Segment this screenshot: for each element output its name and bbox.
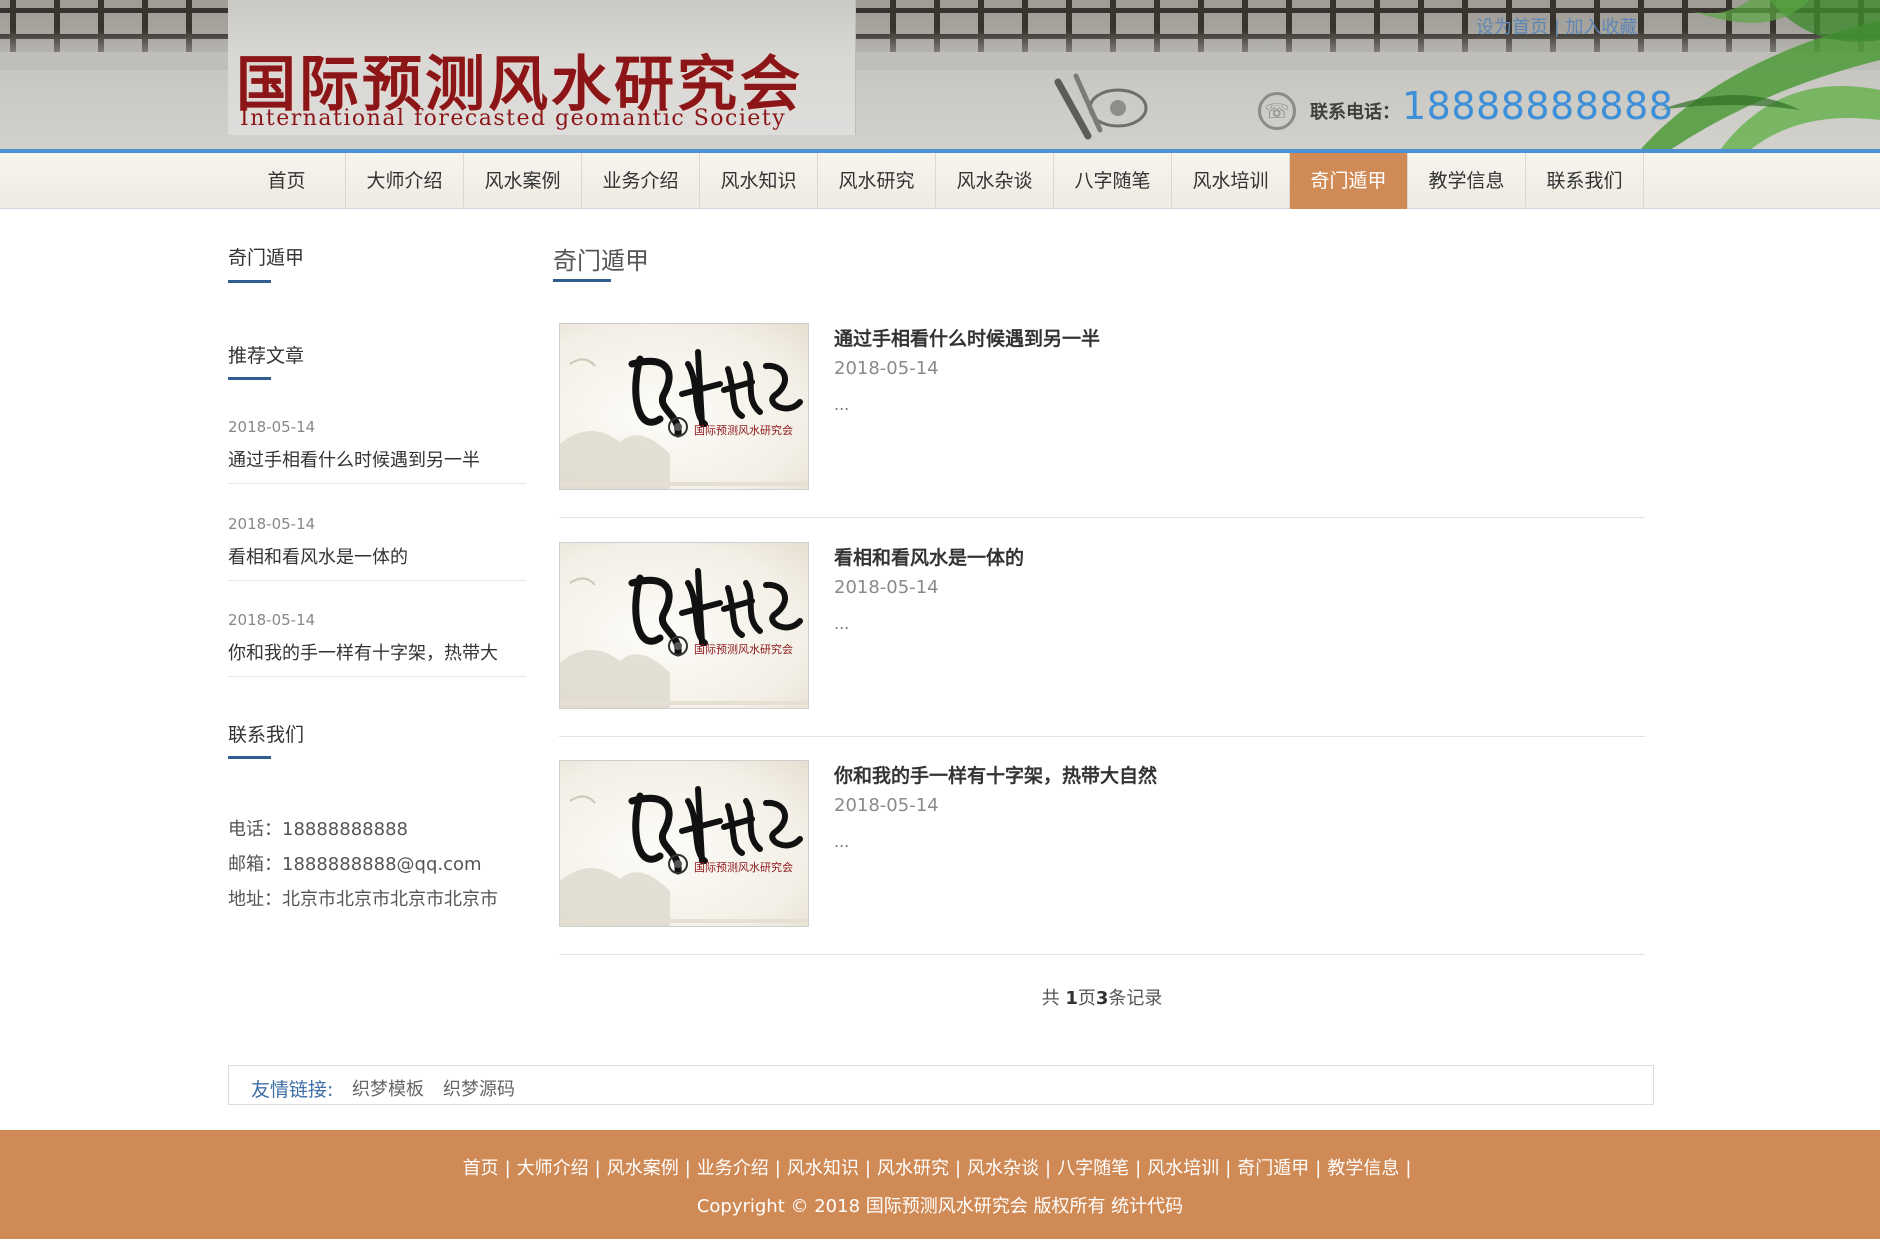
article-thumbnail[interactable]: 国际预测风水研究会 — [559, 323, 809, 490]
friend-link[interactable]: 织梦源码 — [443, 1075, 515, 1101]
footer-nav-separator: | — [864, 1158, 871, 1179]
friend-links-label: 友情链接: — [251, 1079, 334, 1101]
nav-item[interactable]: 风水杂谈 — [936, 153, 1054, 209]
article-thumbnail[interactable]: 国际预测风水研究会 — [559, 760, 809, 927]
footer-nav-link[interactable]: 风水培训 — [1147, 1158, 1219, 1179]
top-links[interactable]: 设为首页 | 加入收藏 — [1476, 13, 1638, 39]
recommended-separator — [228, 483, 526, 484]
article-item: 国际预测风水研究会 你和我的手一样有十字架，热带大自然 2018-05-14 .… — [559, 760, 1645, 955]
footer-nav-link[interactable]: 首页 — [463, 1158, 499, 1179]
phone-label: 联系电话： — [1310, 102, 1400, 123]
footer-nav-link[interactable]: 业务介绍 — [697, 1158, 769, 1179]
nav-item[interactable]: 八字随笔 — [1054, 153, 1172, 209]
sidebar-category-title[interactable]: 奇门遁甲 — [228, 243, 304, 270]
footer-nav-separator: | — [774, 1158, 781, 1179]
recommended-date: 2018-05-14 — [228, 418, 316, 436]
contact-phone: 电话：18888888888 — [228, 819, 408, 840]
footer-nav-link[interactable]: 风水研究 — [877, 1158, 949, 1179]
page-title: 奇门遁甲 — [553, 247, 649, 275]
pager-suffix: 条记录 — [1108, 988, 1163, 1009]
footer-nav-separator: | — [1315, 1158, 1322, 1179]
article-date: 2018-05-14 — [834, 358, 939, 379]
thumbnail-caption: 国际预测风水研究会 — [694, 423, 793, 437]
nav-item[interactable]: 联系我们 — [1526, 153, 1644, 209]
friend-link[interactable]: 织梦模板 — [352, 1075, 424, 1101]
calligraphy-artwork: 国际预测风水研究会 — [560, 349, 808, 489]
phone-icon: ☏ — [1258, 92, 1296, 130]
recommended-date: 2018-05-14 — [228, 515, 316, 533]
pager-records: 3 — [1095, 988, 1109, 1009]
sidebar-title-underline — [228, 756, 271, 759]
recommended-separator — [228, 676, 526, 677]
article-date: 2018-05-14 — [834, 577, 939, 598]
footer-nav: 首页 | 大师介绍 | 风水案例 | 业务介绍 | 风水知识 | 风水研究 | 风水杂谈 | 八字随笔 | 风水… — [0, 1154, 1880, 1180]
page-title-underline — [553, 279, 611, 282]
calligraphy-artwork: 国际预测风水研究会 — [560, 786, 808, 926]
footer-nav-link[interactable]: 奇门遁甲 — [1237, 1158, 1309, 1179]
sidebar-title-underline — [228, 377, 271, 380]
nav-list: 首页 大师介绍 风水案例 业务介绍 风水知识 风水研究 风水杂谈 八字随笔 风水培训 奇门遁甲 教学… — [228, 153, 1644, 209]
thumbnail-caption: 国际预测风水研究会 — [694, 642, 793, 656]
nav-item[interactable]: 教学信息 — [1408, 153, 1526, 209]
sidebar-contact-title: 联系我们 — [228, 724, 305, 746]
phone-number: 18888888888 — [1402, 84, 1674, 128]
footer-nav-link[interactable]: 风水杂谈 — [967, 1158, 1039, 1179]
recommended-link[interactable]: 看相和看风水是一体的 — [228, 543, 408, 569]
contact-email: 邮箱：1888888888@qq.com — [228, 854, 482, 875]
article-excerpt: ... — [834, 395, 850, 414]
article-title[interactable]: 看相和看风水是一体的 — [834, 543, 1024, 570]
thumbnail-caption: 国际预测风水研究会 — [694, 860, 793, 874]
recommended-separator — [228, 580, 526, 581]
site-footer: 首页 | 大师介绍 | 风水案例 | 业务介绍 | 风水知识 | 风水研究 | 风水杂谈 | 八字随笔 | 风水… — [0, 1130, 1880, 1239]
recommended-link[interactable]: 通过手相看什么时候遇到另一半 — [228, 446, 480, 472]
pager-prefix: 共 — [1041, 988, 1066, 1009]
site-logo-subtitle: International forecasted geomantic Socie… — [240, 106, 787, 131]
site-header: 国际预测风水研究会 International forecasted geoma… — [0, 0, 1880, 150]
pagination-info: 共 1页3条记录 — [559, 984, 1645, 1010]
footer-nav-link[interactable]: 大师介绍 — [517, 1158, 589, 1179]
footer-nav-separator: | — [684, 1158, 691, 1179]
footer-nav-separator: | — [594, 1158, 601, 1179]
calligraphy-artwork: 国际预测风水研究会 — [560, 568, 808, 708]
article-title[interactable]: 你和我的手一样有十字架，热带大自然 — [834, 761, 1157, 788]
footer-nav-separator: | — [1405, 1158, 1412, 1179]
footer-nav-link[interactable]: 教学信息 — [1327, 1158, 1399, 1179]
footer-nav-link[interactable]: 风水案例 — [607, 1158, 679, 1179]
article-excerpt: ... — [834, 832, 850, 851]
footer-nav-separator: | — [1045, 1158, 1052, 1179]
pager-mid: 页 — [1077, 988, 1096, 1009]
nav-item[interactable]: 风水培训 — [1172, 153, 1290, 209]
sidebar-recommended-title: 推荐文章 — [228, 345, 305, 367]
contact-address: 地址：北京市北京市北京市北京市 — [228, 889, 498, 910]
sidebar-title-underline — [228, 280, 271, 283]
nav-item[interactable]: 业务介绍 — [582, 153, 700, 209]
friend-links: 友情链接: 织梦模板 织梦源码 — [228, 1065, 1654, 1105]
main-nav: 首页 大师介绍 风水案例 业务介绍 风水知识 风水研究 风水杂谈 八字随笔 风水培训 奇门遁甲 教学… — [0, 153, 1880, 209]
footer-nav-separator: | — [1225, 1158, 1232, 1179]
article-thumbnail[interactable]: 国际预测风水研究会 — [559, 542, 809, 709]
footer-nav-separator: | — [504, 1158, 511, 1179]
footer-nav-link[interactable]: 风水知识 — [787, 1158, 859, 1179]
nav-item[interactable]: 风水知识 — [700, 153, 818, 209]
nav-item[interactable]: 奇门遁甲 — [1290, 153, 1408, 209]
article-item: 国际预测风水研究会 通过手相看什么时候遇到另一半 2018-05-14 ... — [559, 323, 1645, 518]
article-date: 2018-05-14 — [834, 795, 939, 816]
copyright: Copyright © 2018 国际预测风水研究会 版权所有 统计代码 — [696, 1196, 1184, 1217]
recommended-link[interactable]: 你和我的手一样有十字架，热带大 — [228, 639, 498, 665]
footer-nav-separator: | — [954, 1158, 962, 1179]
nav-item[interactable]: 风水案例 — [464, 153, 582, 209]
pager-pages: 1 — [1065, 988, 1078, 1009]
recommended-date: 2018-05-14 — [228, 611, 316, 629]
nav-item[interactable]: 风水研究 — [818, 153, 936, 209]
ink-brush-icon — [1054, 73, 1148, 140]
footer-nav-separator: | — [1135, 1158, 1142, 1179]
footer-nav-link[interactable]: 八字随笔 — [1057, 1158, 1129, 1179]
nav-item[interactable]: 首页 — [228, 153, 346, 209]
nav-item[interactable]: 大师介绍 — [346, 153, 464, 209]
article-item: 国际预测风水研究会 看相和看风水是一体的 2018-05-14 ... — [559, 542, 1645, 737]
article-excerpt: ... — [834, 614, 850, 633]
article-title[interactable]: 通过手相看什么时候遇到另一半 — [834, 324, 1100, 351]
